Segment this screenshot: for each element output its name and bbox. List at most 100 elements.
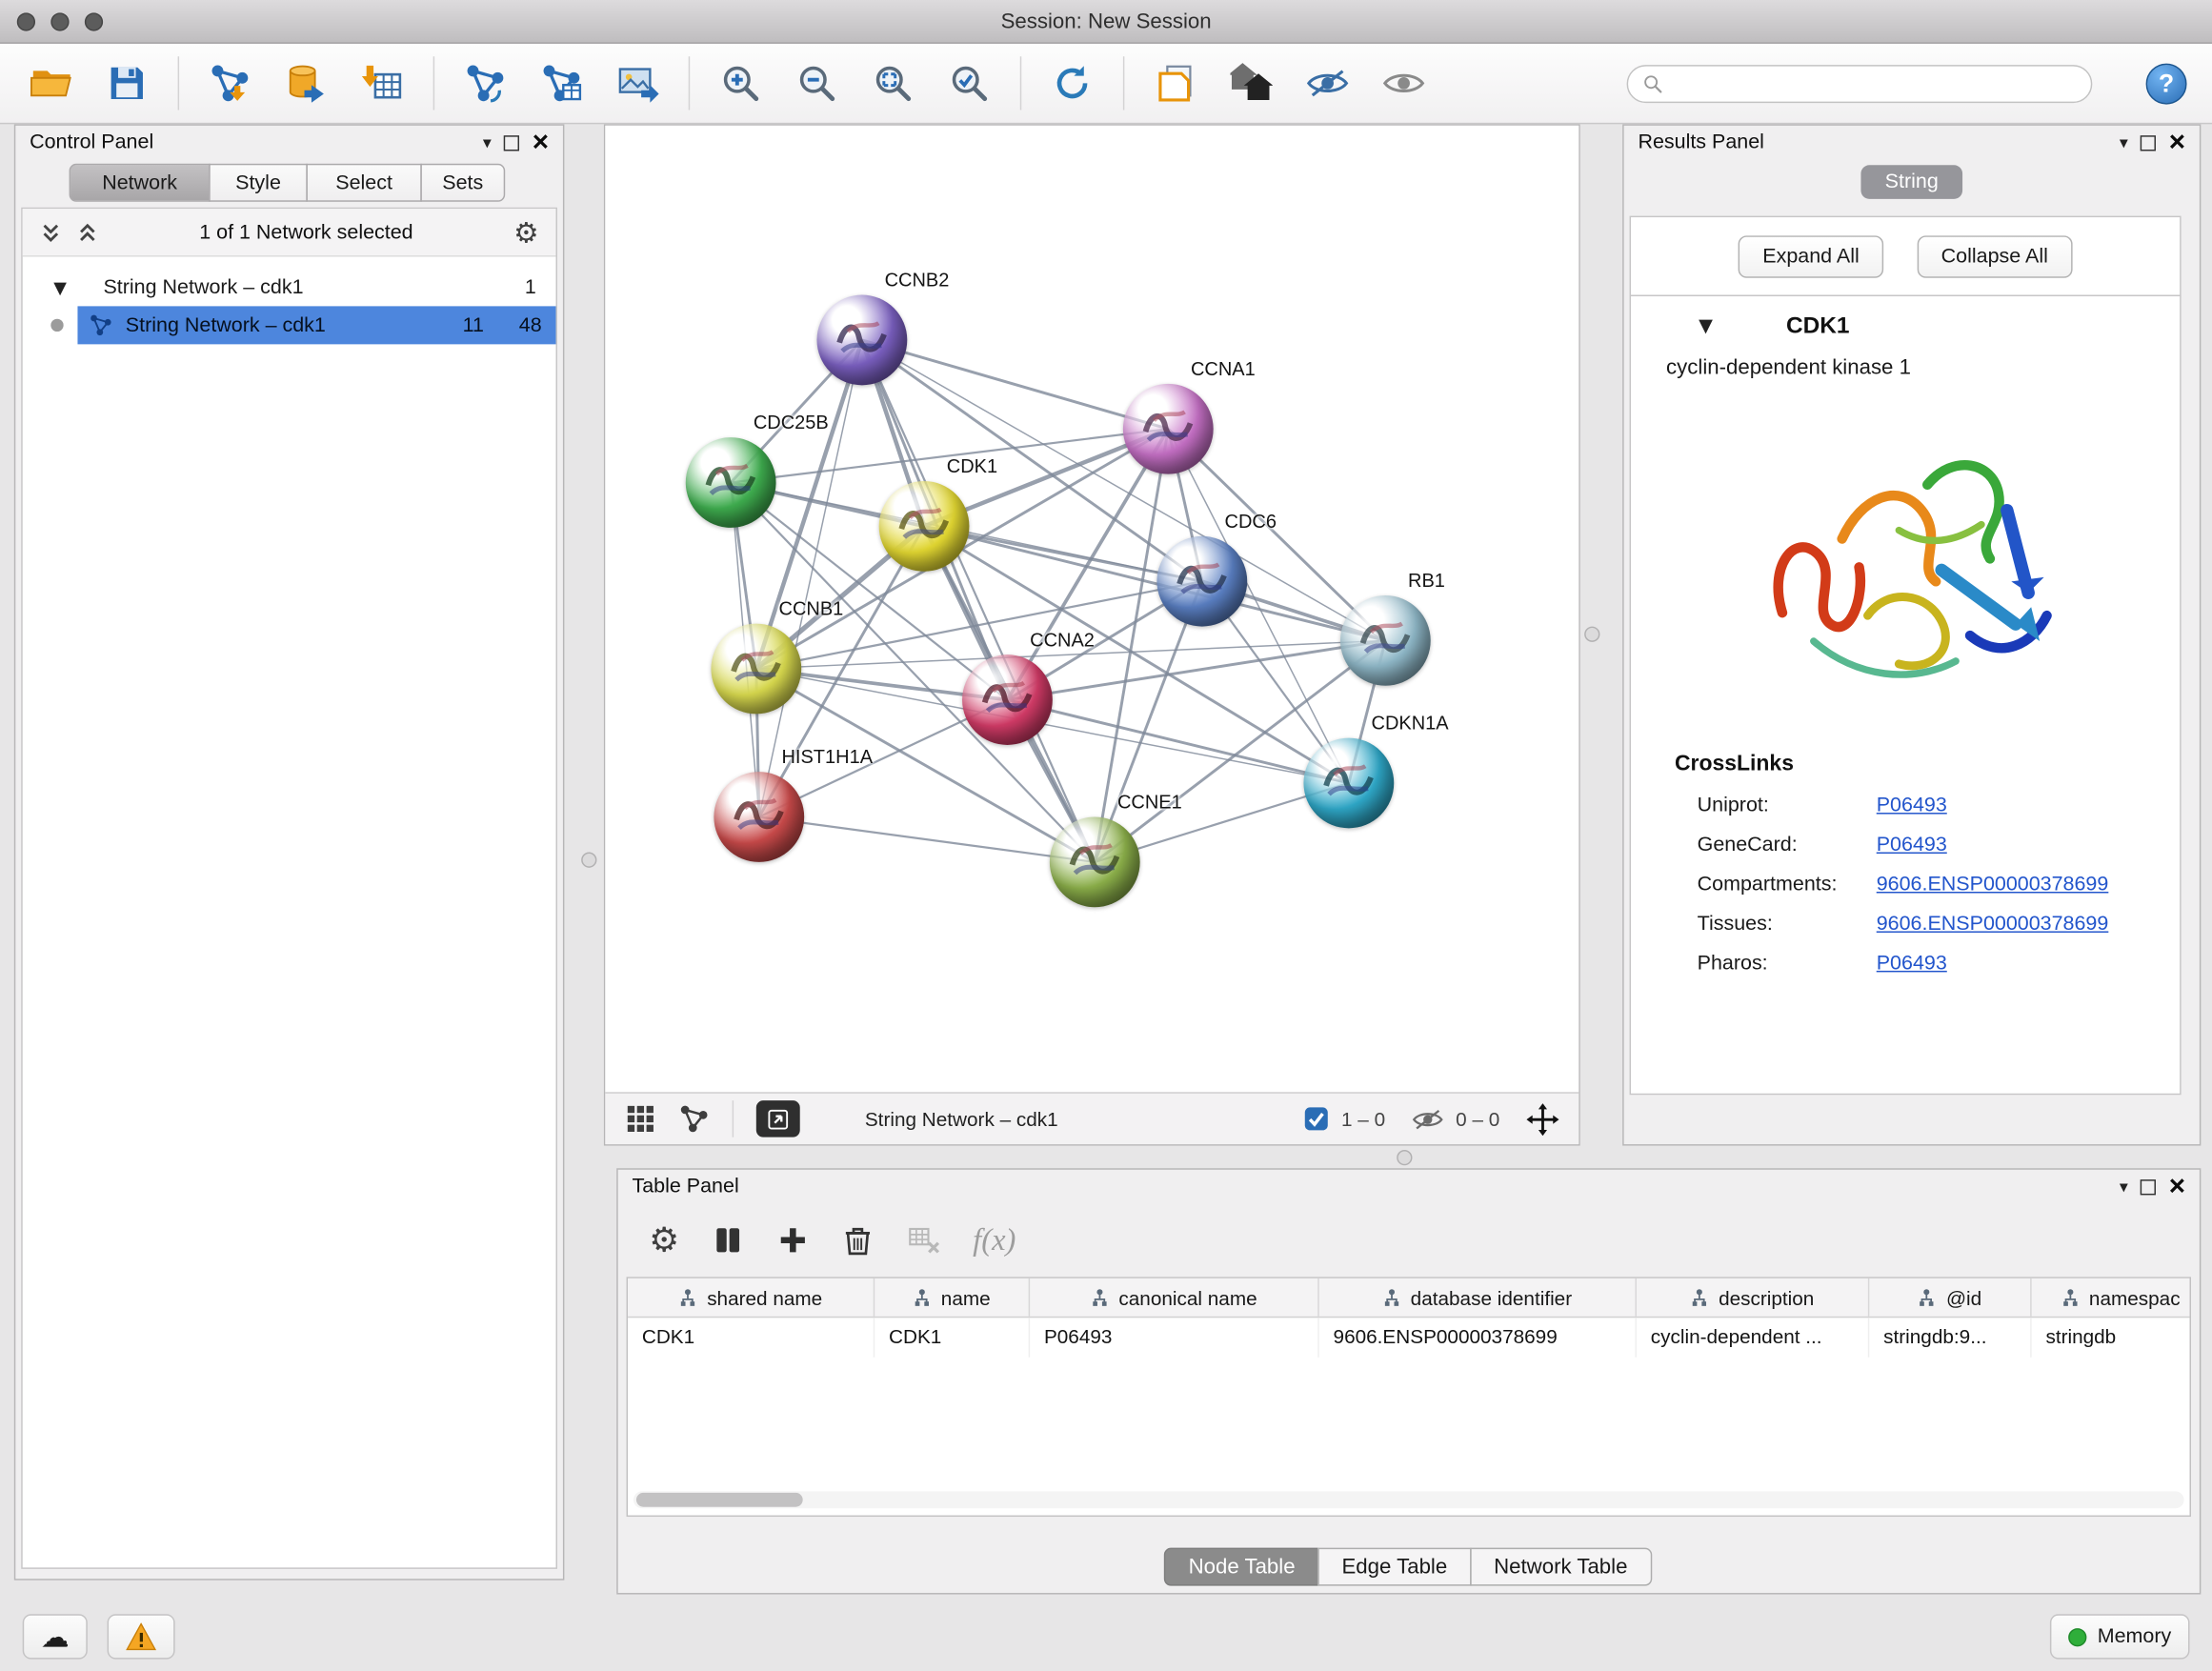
- float-panel-icon[interactable]: [2141, 1178, 2156, 1194]
- fit-content-icon[interactable]: [1526, 1102, 1558, 1135]
- scrollbar-thumb[interactable]: [636, 1493, 803, 1507]
- tab-string[interactable]: String: [1861, 165, 1962, 199]
- network-node-CCNA1[interactable]: [1123, 384, 1214, 474]
- panel-menu-icon[interactable]: ▾: [483, 134, 492, 151]
- document-button[interactable]: [1150, 53, 1200, 112]
- window-zoom-button[interactable]: [85, 12, 103, 30]
- panel-menu-icon[interactable]: ▾: [2120, 1178, 2128, 1196]
- column-header[interactable]: canonical name: [1030, 1278, 1319, 1317]
- search-input[interactable]: [1673, 72, 2077, 95]
- gear-icon[interactable]: ⚙: [513, 218, 539, 247]
- hide-selected-button[interactable]: [1302, 53, 1353, 112]
- disclosure-triangle-icon[interactable]: ▼: [53, 278, 67, 295]
- birdseye-share-icon[interactable]: [678, 1103, 710, 1135]
- table-cell[interactable]: stringdb: [2032, 1318, 2191, 1357]
- crosslink-link[interactable]: 9606.ENSP00000378699: [1877, 874, 2109, 896]
- window-minimize-button[interactable]: [50, 12, 69, 30]
- memory-button[interactable]: Memory: [2049, 1614, 2189, 1659]
- import-network-from-file-button[interactable]: [205, 53, 255, 112]
- network-node-CDC6[interactable]: [1156, 536, 1247, 627]
- checkbox-icon[interactable]: [1303, 1106, 1329, 1132]
- column-header[interactable]: namespac: [2032, 1278, 2191, 1317]
- export-view-button[interactable]: [756, 1100, 800, 1137]
- crosslink-link[interactable]: P06493: [1877, 953, 1947, 976]
- splitter-handle[interactable]: [1397, 1150, 1412, 1165]
- network-node-CCNB1[interactable]: [711, 624, 801, 715]
- open-session-button[interactable]: [26, 53, 76, 112]
- network-node-CCNA2[interactable]: [962, 654, 1053, 745]
- crosslink-link[interactable]: P06493: [1877, 795, 1947, 817]
- expand-all-button[interactable]: Expand All: [1739, 235, 1883, 277]
- new-network-from-selection-button[interactable]: [460, 53, 511, 112]
- network-node-HIST1H1A[interactable]: [714, 772, 804, 862]
- help-button[interactable]: ?: [2146, 63, 2187, 104]
- table-cell[interactable]: CDK1: [875, 1318, 1030, 1357]
- network-edges[interactable]: [605, 126, 1579, 1092]
- clone-network-button[interactable]: [536, 53, 587, 112]
- eye-slash-icon[interactable]: [1412, 1108, 1443, 1129]
- collapse-all-icon[interactable]: [39, 221, 62, 244]
- column-header[interactable]: shared name: [628, 1278, 875, 1317]
- cloud-button[interactable]: ☁: [23, 1614, 88, 1659]
- crosslink-link[interactable]: P06493: [1877, 834, 1947, 856]
- zoom-out-button[interactable]: [792, 53, 842, 112]
- crosslink-link[interactable]: 9606.ENSP00000378699: [1877, 913, 2109, 936]
- columns-icon[interactable]: [711, 1223, 745, 1258]
- zoom-fit-button[interactable]: [868, 53, 918, 112]
- close-panel-icon[interactable]: ×: [533, 129, 549, 157]
- tab-node-table[interactable]: Node Table: [1164, 1548, 1318, 1586]
- network-node-CDKN1A[interactable]: [1303, 738, 1394, 829]
- close-panel-icon[interactable]: ×: [2169, 129, 2185, 157]
- network-node-CCNE1[interactable]: [1050, 816, 1140, 907]
- collapse-all-button[interactable]: Collapse All: [1917, 235, 2072, 277]
- tab-edge-table[interactable]: Edge Table: [1317, 1548, 1471, 1586]
- network-node-CDC25B[interactable]: [686, 437, 776, 528]
- tab-sets[interactable]: Sets: [420, 164, 505, 202]
- network-node-CDK1[interactable]: [879, 481, 970, 572]
- selected-network-row[interactable]: String Network – cdk1 11 48: [77, 306, 555, 344]
- splitter-handle[interactable]: [1584, 627, 1599, 642]
- close-panel-icon[interactable]: ×: [2169, 1173, 2185, 1201]
- table-cell[interactable]: 9606.ENSP00000378699: [1319, 1318, 1637, 1357]
- table-cell[interactable]: P06493: [1030, 1318, 1319, 1357]
- import-network-from-database-button[interactable]: [281, 53, 332, 112]
- column-header[interactable]: name: [875, 1278, 1030, 1317]
- float-panel-icon[interactable]: [2141, 134, 2156, 150]
- panel-menu-icon[interactable]: ▾: [2120, 134, 2128, 151]
- network-graph[interactable]: CCNB2CCNA1CDC25BCDK1CDC6RB1CCNB1CCNA2CDK…: [605, 126, 1579, 1092]
- tab-network[interactable]: Network: [70, 164, 211, 202]
- tab-network-table[interactable]: Network Table: [1470, 1548, 1652, 1586]
- show-all-button[interactable]: [1378, 53, 1429, 112]
- tab-select[interactable]: Select: [306, 164, 421, 202]
- import-table-button[interactable]: [357, 53, 408, 112]
- add-column-icon[interactable]: [775, 1223, 810, 1258]
- table-cell[interactable]: CDK1: [628, 1318, 875, 1357]
- table-settings-gear-icon[interactable]: ⚙: [649, 1223, 679, 1258]
- zoom-selected-button[interactable]: [944, 53, 995, 112]
- warnings-button[interactable]: [108, 1614, 175, 1659]
- splitter-handle[interactable]: [581, 853, 596, 868]
- window-close-button[interactable]: [17, 12, 35, 30]
- home-views-button[interactable]: [1226, 53, 1277, 112]
- network-node-RB1[interactable]: [1340, 595, 1431, 686]
- tab-style[interactable]: Style: [209, 164, 308, 202]
- export-image-button[interactable]: [613, 53, 663, 112]
- network-row[interactable]: String Network – cdk1 11 48: [23, 306, 556, 344]
- column-header[interactable]: @id: [1869, 1278, 2031, 1317]
- table-row[interactable]: CDK1 CDK1 P06493 9606.ENSP00000378699 cy…: [628, 1318, 2189, 1357]
- float-panel-icon[interactable]: [504, 134, 519, 150]
- column-header[interactable]: database identifier: [1319, 1278, 1637, 1317]
- expand-all-icon[interactable]: [76, 221, 99, 244]
- network-collection-row[interactable]: ▼ String Network – cdk1 1: [23, 268, 556, 306]
- delete-column-trash-icon[interactable]: [840, 1223, 875, 1258]
- disclosure-triangle-icon[interactable]: ▼: [1699, 315, 1713, 336]
- horizontal-scrollbar[interactable]: [633, 1491, 2184, 1508]
- column-header[interactable]: description: [1637, 1278, 1869, 1317]
- save-session-button[interactable]: [102, 53, 152, 112]
- grid-view-icon[interactable]: [625, 1103, 656, 1135]
- table-cell[interactable]: stringdb:9...: [1869, 1318, 2031, 1357]
- table-cell[interactable]: cyclin-dependent ...: [1637, 1318, 1869, 1357]
- apply-layout-button[interactable]: [1047, 53, 1097, 112]
- zoom-in-button[interactable]: [715, 53, 766, 112]
- network-node-CCNB2[interactable]: [816, 295, 907, 386]
